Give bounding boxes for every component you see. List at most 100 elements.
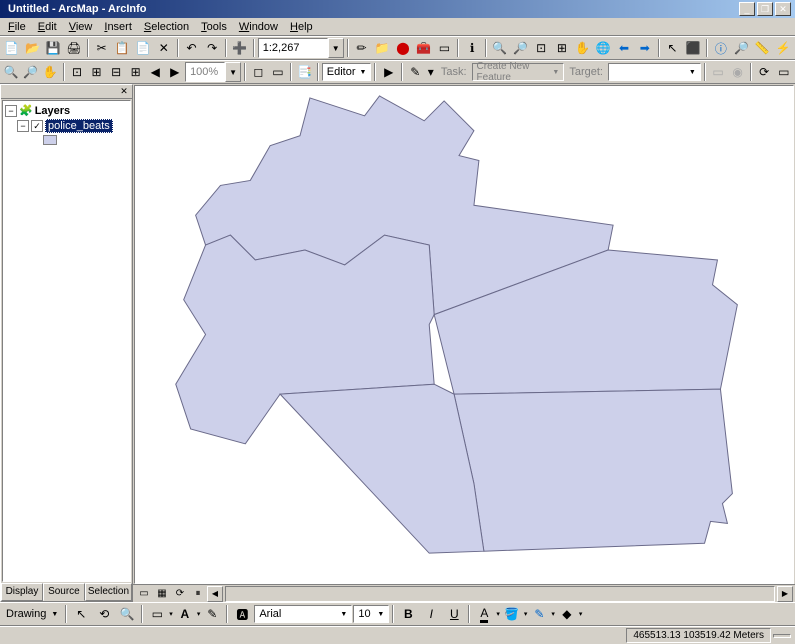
line-color-button[interactable]: ✎	[528, 603, 550, 625]
paste-button[interactable]: 📄	[133, 37, 153, 59]
rotate-button[interactable]: ⟲	[93, 603, 115, 625]
help-button[interactable]: ℹ	[462, 37, 482, 59]
tab-display[interactable]: Display	[1, 583, 43, 601]
map-canvas[interactable]	[134, 85, 794, 584]
toc-close-button[interactable]: ✕	[117, 86, 131, 98]
menu-tools[interactable]: Tools	[195, 19, 233, 35]
layout-zoom-in-button[interactable]: 🔍	[2, 61, 21, 83]
change-layout-button[interactable]: 📑	[295, 61, 314, 83]
cut-button[interactable]: ✂	[92, 37, 112, 59]
font-color-button[interactable]: A	[473, 603, 495, 625]
minus-icon[interactable]: −	[5, 105, 17, 117]
chevron-down-icon[interactable]: ▾	[496, 610, 500, 618]
tab-source[interactable]: Source	[43, 583, 85, 601]
zoom-in-button[interactable]: 🔍	[490, 37, 510, 59]
layout-fixed-zoom-out-button[interactable]: ⊞	[126, 61, 145, 83]
menu-help[interactable]: Help	[284, 19, 319, 35]
editor-toolbar-button[interactable]: ✏	[352, 37, 372, 59]
chevron-down-icon[interactable]: ▼	[51, 611, 62, 618]
chevron-down-icon[interactable]: ▾	[551, 610, 555, 618]
tree-root[interactable]: − 🧩 Layers	[5, 103, 128, 118]
stop-icon[interactable]: ⬤	[393, 37, 413, 59]
select-elements-button[interactable]: ↖	[70, 603, 92, 625]
hyperlink-button[interactable]: ⚡	[773, 37, 793, 59]
menu-insert[interactable]: Insert	[98, 19, 138, 35]
chevron-down-icon[interactable]: ▾	[169, 610, 173, 618]
layout-pct-combo[interactable]: 100% ▼	[185, 62, 241, 82]
add-data-button[interactable]: ➕	[230, 37, 250, 59]
layout-next-button[interactable]: ▶	[166, 61, 185, 83]
chevron-down-icon[interactable]: ▾	[579, 610, 583, 618]
pause-drawing-button[interactable]: ⏸	[189, 586, 207, 602]
bold-button[interactable]: B	[397, 603, 419, 625]
fixed-zoom-out-button[interactable]: ⊞	[552, 37, 572, 59]
sketch-tool-button[interactable]: ✎	[406, 61, 425, 83]
underline-button[interactable]: U	[443, 603, 465, 625]
italic-button[interactable]: I	[420, 603, 442, 625]
tree-layer[interactable]: − ✓ police_beats	[5, 118, 128, 134]
measure-button[interactable]: 📏	[752, 37, 772, 59]
menu-file[interactable]: File	[2, 19, 32, 35]
horizontal-scrollbar[interactable]	[225, 586, 775, 602]
layout-view-button[interactable]: ▦	[153, 586, 171, 602]
new-text-button[interactable]: A	[174, 603, 196, 625]
toc-tree[interactable]: − 🧩 Layers − ✓ police_beats	[2, 100, 131, 582]
scroll-left-button[interactable]: ◀	[207, 586, 223, 602]
layout-zoom-out-button[interactable]: 🔎	[22, 61, 41, 83]
delete-button[interactable]: ✕	[154, 37, 174, 59]
redo-button[interactable]: ↷	[202, 37, 222, 59]
zoom-to-selected-button[interactable]: 🔍	[116, 603, 138, 625]
refresh-button[interactable]: ⟳	[171, 586, 189, 602]
select-features-button[interactable]: ↖	[663, 37, 683, 59]
scale-combo[interactable]: 1:2,267 ▼	[258, 38, 344, 58]
attributes-button[interactable]: ▭	[709, 61, 728, 83]
marker-color-button[interactable]: ◆	[556, 603, 578, 625]
prev-extent-button[interactable]: ⬅	[614, 37, 634, 59]
arccatalog-button[interactable]: 📁	[372, 37, 392, 59]
task-combo[interactable]: Create New Feature ▼	[472, 63, 565, 81]
zoom-out-button[interactable]: 🔎	[511, 37, 531, 59]
font-combo[interactable]: Arial ▼	[254, 605, 352, 623]
scale-dropdown-icon[interactable]: ▼	[328, 38, 344, 58]
command-line-button[interactable]: ▭	[435, 37, 455, 59]
menu-edit[interactable]: Edit	[32, 19, 63, 35]
pan-button[interactable]: ✋	[573, 37, 593, 59]
next-extent-button[interactable]: ➡	[635, 37, 655, 59]
layer-label[interactable]: police_beats	[45, 119, 113, 133]
editor-menu[interactable]: Editor ▼	[322, 63, 372, 81]
edit-tool-button[interactable]: ▶	[379, 61, 398, 83]
size-combo[interactable]: 10 ▼	[353, 605, 389, 623]
chevron-down-icon[interactable]: ▾	[197, 610, 201, 618]
select-elements-button[interactable]: ⬛	[683, 37, 703, 59]
save-button[interactable]: 💾	[43, 37, 63, 59]
minimize-button[interactable]: _	[739, 2, 755, 16]
maximize-button[interactable]: ❐	[757, 2, 773, 16]
menu-view[interactable]: View	[63, 19, 99, 35]
menu-window[interactable]: Window	[233, 19, 284, 35]
layout-pct-dropdown-icon[interactable]: ▼	[225, 62, 241, 82]
new-rectangle-button[interactable]: ▭	[146, 603, 168, 625]
sketch-dropdown-icon[interactable]: ▾	[426, 61, 436, 83]
rotate-tool-button[interactable]: ⟳	[755, 61, 774, 83]
minus-icon[interactable]: −	[17, 120, 29, 132]
sketch-properties-button[interactable]: ◉	[728, 61, 747, 83]
split-tool-button[interactable]: ▭	[774, 61, 793, 83]
tab-selection[interactable]: Selection	[85, 583, 132, 601]
layout-prev-button[interactable]: ◀	[146, 61, 165, 83]
data-view-button[interactable]: ▭	[135, 586, 153, 602]
target-combo[interactable]: ▼	[608, 63, 701, 81]
edit-vertices-button[interactable]: ✎	[201, 603, 223, 625]
new-button[interactable]: 📄	[2, 37, 22, 59]
zoom-whole-page-button[interactable]: ⊡	[68, 61, 87, 83]
fill-color-button[interactable]: 🪣	[501, 603, 523, 625]
layer-symbol-swatch[interactable]	[43, 135, 57, 145]
close-button[interactable]: ✕	[775, 2, 791, 16]
identify-button[interactable]: ⓘ	[711, 37, 731, 59]
focus-data-frame-button[interactable]: ▭	[269, 61, 288, 83]
layout-pan-button[interactable]: ✋	[41, 61, 60, 83]
menu-selection[interactable]: Selection	[138, 19, 195, 35]
toggle-draft-button[interactable]: ◻	[249, 61, 268, 83]
find-button[interactable]: 🔎	[732, 37, 752, 59]
copy-button[interactable]: 📋	[113, 37, 133, 59]
undo-button[interactable]: ↶	[182, 37, 202, 59]
